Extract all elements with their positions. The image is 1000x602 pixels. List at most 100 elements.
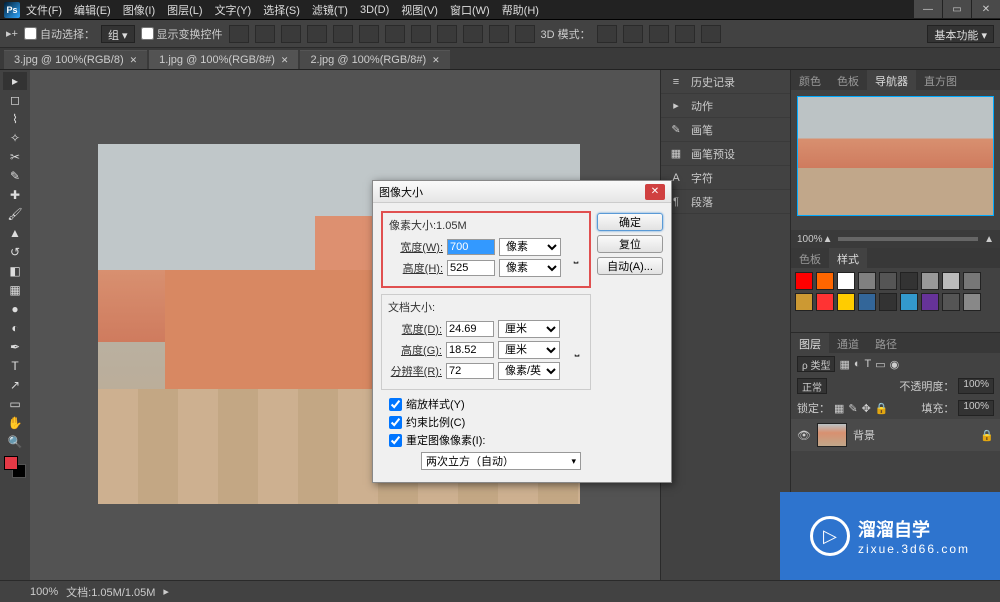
menu-edit[interactable]: 编辑(E) — [68, 0, 117, 20]
shape-tool[interactable]: ▭ — [3, 395, 27, 413]
layer-item-background[interactable]: 👁 背景 🔒 — [791, 419, 1000, 451]
workspace-selector[interactable]: 基本功能 ▾ — [927, 25, 994, 43]
crop-tool[interactable]: ✂ — [3, 148, 27, 166]
panel-brush-preset[interactable]: ▦画笔预设 — [661, 142, 790, 166]
blend-mode[interactable]: 正常 — [797, 378, 827, 394]
style-swatch[interactable] — [879, 272, 897, 290]
close-icon[interactable]: ✕ — [281, 55, 289, 66]
status-arrow-icon[interactable]: ▸ — [163, 585, 169, 598]
tab-layers[interactable]: 图层 — [791, 333, 829, 353]
path-tool[interactable]: ↗ — [3, 376, 27, 394]
tab-swatches[interactable]: 色板 — [829, 70, 867, 90]
auto-select-checkbox[interactable] — [24, 27, 37, 40]
status-zoom[interactable]: 100% — [30, 586, 58, 598]
zoom-tool[interactable]: 🔍 — [3, 433, 27, 451]
style-swatch[interactable] — [963, 293, 981, 311]
height-unit-select[interactable]: 像素 — [499, 259, 561, 277]
style-swatch[interactable] — [900, 293, 918, 311]
gradient-tool[interactable]: ▦ — [3, 281, 27, 299]
width-input[interactable] — [447, 239, 495, 255]
zoom-out-icon[interactable]: ▲ — [823, 234, 833, 245]
style-swatch[interactable] — [816, 272, 834, 290]
width-unit-select[interactable]: 像素 — [499, 238, 561, 256]
menu-file[interactable]: 文件(F) — [20, 0, 68, 20]
align-icon[interactable] — [307, 25, 327, 43]
doc-tab-2[interactable]: 2.jpg @ 100%(RGB/8#)✕ — [300, 50, 449, 69]
style-swatch[interactable] — [837, 272, 855, 290]
filter-icon[interactable]: T — [865, 358, 872, 370]
distribute-icon[interactable] — [489, 25, 509, 43]
style-swatch[interactable] — [900, 272, 918, 290]
stamp-tool[interactable]: ▲ — [3, 224, 27, 242]
constrain-checkbox[interactable] — [389, 416, 402, 429]
type-tool[interactable]: T — [3, 357, 27, 375]
panel-character[interactable]: A字符 — [661, 166, 790, 190]
link-icon[interactable]: ⎵ — [569, 250, 583, 265]
wand-tool[interactable]: ✧ — [3, 129, 27, 147]
style-swatch[interactable] — [942, 272, 960, 290]
align-icon[interactable] — [229, 25, 249, 43]
move-tool[interactable]: ▸ — [3, 72, 27, 90]
tab-swatches2[interactable]: 色板 — [791, 248, 829, 268]
height-input[interactable] — [447, 260, 495, 276]
hand-tool[interactable]: ✋ — [3, 414, 27, 432]
marquee-tool[interactable]: ◻ — [3, 91, 27, 109]
zoom-slider[interactable] — [838, 237, 978, 241]
panel-actions[interactable]: ▸动作 — [661, 94, 790, 118]
menu-help[interactable]: 帮助(H) — [496, 0, 545, 20]
filter-icon[interactable]: ◉ — [890, 358, 900, 371]
maximize-button[interactable]: ▭ — [943, 0, 971, 18]
reset-button[interactable]: 复位 — [597, 235, 663, 253]
tab-navigator[interactable]: 导航器 — [867, 70, 916, 90]
menu-select[interactable]: 选择(S) — [257, 0, 306, 20]
menu-3d[interactable]: 3D(D) — [354, 2, 395, 18]
heal-tool[interactable]: ✚ — [3, 186, 27, 204]
style-swatch[interactable] — [795, 293, 813, 311]
minimize-button[interactable]: — — [914, 0, 942, 18]
pen-tool[interactable]: ✒ — [3, 338, 27, 356]
eraser-tool[interactable]: ◧ — [3, 262, 27, 280]
history-brush-tool[interactable]: ↺ — [3, 243, 27, 261]
show-transform-checkbox[interactable] — [141, 27, 154, 40]
panel-brush[interactable]: ✎画笔 — [661, 118, 790, 142]
zoom-in-icon[interactable]: ▲ — [984, 234, 994, 245]
3d-icon[interactable] — [597, 25, 617, 43]
style-swatch[interactable] — [795, 272, 813, 290]
lasso-tool[interactable]: ⌇ — [3, 110, 27, 128]
doc-tab-1[interactable]: 1.jpg @ 100%(RGB/8#)✕ — [149, 50, 298, 69]
3d-icon[interactable] — [623, 25, 643, 43]
style-swatch[interactable] — [921, 272, 939, 290]
style-swatch[interactable] — [858, 293, 876, 311]
3d-icon[interactable] — [649, 25, 669, 43]
dialog-titlebar[interactable]: 图像大小 ✕ — [373, 181, 671, 203]
dialog-close-button[interactable]: ✕ — [645, 184, 665, 200]
lock-icon[interactable]: ✥ — [862, 402, 871, 415]
menu-window[interactable]: 窗口(W) — [444, 0, 496, 20]
3d-icon[interactable] — [675, 25, 695, 43]
panel-paragraph[interactable]: ¶段落 — [661, 190, 790, 214]
menu-view[interactable]: 视图(V) — [395, 0, 444, 20]
style-swatch[interactable] — [858, 272, 876, 290]
align-icon[interactable] — [333, 25, 353, 43]
style-swatch[interactable] — [921, 293, 939, 311]
tab-styles[interactable]: 样式 — [829, 248, 867, 268]
menu-image[interactable]: 图像(I) — [117, 0, 161, 20]
doc-height-input[interactable] — [446, 342, 494, 358]
auto-button[interactable]: 自动(A)... — [597, 257, 663, 275]
align-icon[interactable] — [281, 25, 301, 43]
doc-tab-3[interactable]: 3.jpg @ 100%(RGB/8)✕ — [4, 50, 147, 69]
fg-color-icon[interactable] — [4, 456, 18, 470]
style-swatch[interactable] — [816, 293, 834, 311]
distribute-icon[interactable] — [437, 25, 457, 43]
doc-height-unit-select[interactable]: 厘米 — [498, 341, 560, 359]
auto-select-target[interactable]: 组 ▾ — [101, 25, 135, 43]
navigator-preview[interactable] — [797, 96, 994, 216]
resolution-input[interactable] — [446, 363, 494, 379]
menu-filter[interactable]: 滤镜(T) — [306, 0, 354, 20]
style-swatch[interactable] — [879, 293, 897, 311]
ok-button[interactable]: 确定 — [597, 213, 663, 231]
fill-value[interactable]: 100% — [958, 400, 994, 416]
color-swatches[interactable] — [4, 456, 26, 478]
filter-icon[interactable]: ▭ — [875, 358, 885, 371]
distribute-icon[interactable] — [411, 25, 431, 43]
